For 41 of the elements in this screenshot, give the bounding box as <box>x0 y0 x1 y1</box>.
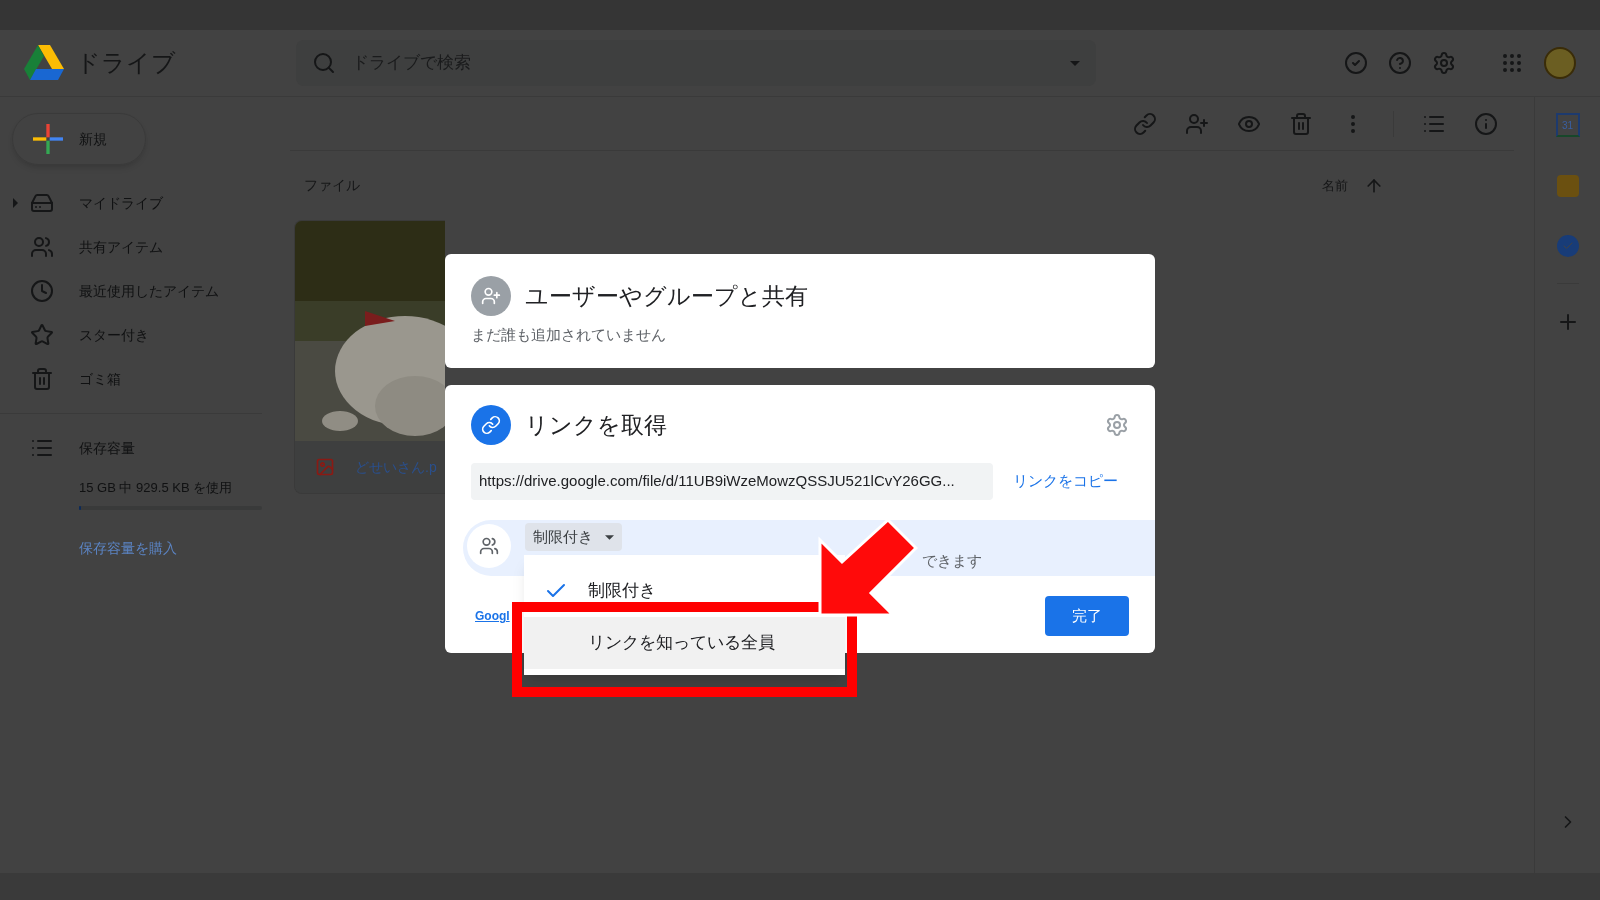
apps-icon[interactable] <box>1500 51 1524 75</box>
link-icon <box>471 405 511 445</box>
calendar-icon[interactable]: 31 <box>1555 113 1580 137</box>
trash-icon <box>30 367 54 391</box>
drive-logo-icon <box>24 45 64 81</box>
access-description: できます <box>922 551 982 571</box>
link-icon[interactable] <box>1133 111 1157 136</box>
add-person-icon[interactable] <box>1185 111 1209 136</box>
people-icon <box>30 235 54 259</box>
copy-link-button[interactable]: リンクをコピー <box>1013 470 1118 493</box>
people-icon <box>467 524 511 568</box>
avatar[interactable] <box>1544 47 1576 79</box>
add-person-icon <box>471 276 511 316</box>
google-link[interactable]: Googl <box>475 607 510 625</box>
card-title: リンクを取得 <box>525 410 667 440</box>
dropdown-icon[interactable] <box>1070 60 1080 66</box>
buy-storage-link[interactable]: 保存容量を購入 <box>79 537 177 559</box>
status-icon[interactable] <box>1344 51 1368 75</box>
info-icon[interactable] <box>1474 111 1498 136</box>
file-card[interactable]: どせいさん.p <box>294 220 445 494</box>
keep-icon[interactable] <box>1556 175 1579 197</box>
caret-icon <box>605 534 614 540</box>
trash-icon[interactable] <box>1289 111 1313 136</box>
settings-icon[interactable] <box>1105 413 1129 437</box>
star-icon <box>30 323 54 347</box>
image-file-icon <box>315 457 335 477</box>
file-name: どせいさん.p <box>355 457 437 477</box>
menu-item[interactable]: リンクを知っている全員 <box>524 617 845 669</box>
card-subtitle: まだ誰も追加されていません <box>471 325 667 345</box>
help-icon[interactable] <box>1388 51 1412 75</box>
card-title: ユーザーやグループと共有 <box>525 281 808 311</box>
clock-icon <box>30 279 54 303</box>
tasks-icon[interactable] <box>1556 235 1579 257</box>
plus-icon <box>33 124 63 154</box>
access-dropdown[interactable]: 制限付き <box>525 523 622 551</box>
search-icon <box>312 51 336 75</box>
done-button[interactable]: 完了 <box>1045 596 1129 636</box>
expand-arrow-icon[interactable] <box>12 198 18 208</box>
drive-icon <box>30 191 54 215</box>
settings-icon[interactable] <box>1432 51 1456 75</box>
link-url-field[interactable]: https://drive.google.com/file/d/11UB9iWzeMowzQSSJU521lCvY26GG... <box>471 463 993 500</box>
